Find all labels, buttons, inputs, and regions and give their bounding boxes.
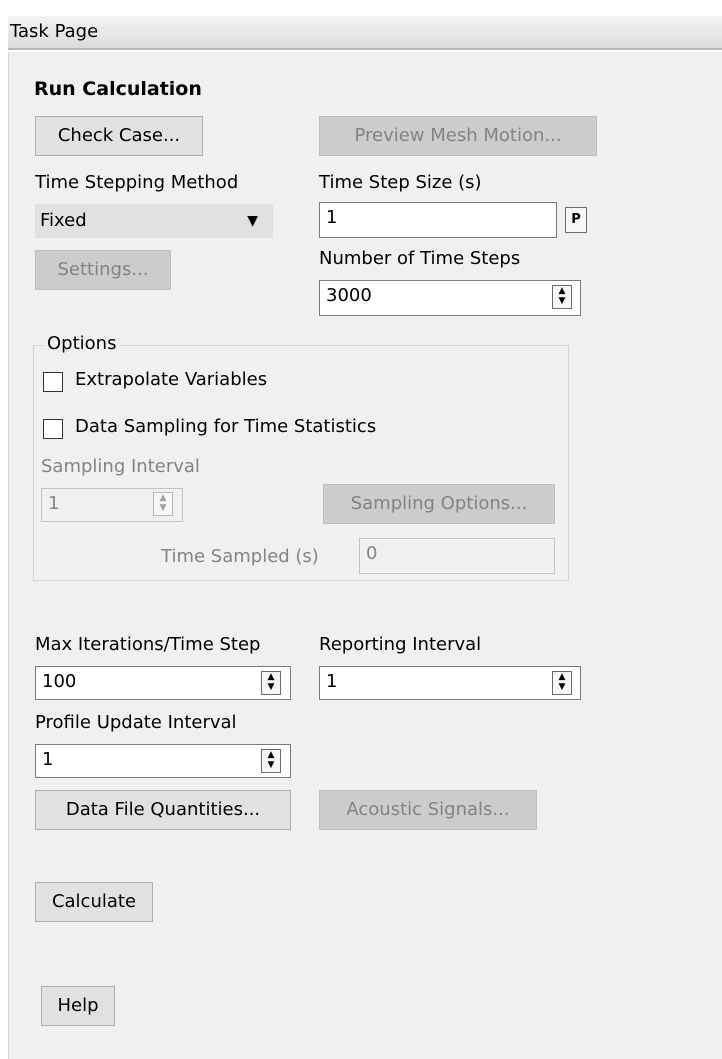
time-stepping-method-label: Time Stepping Method <box>35 172 239 193</box>
spin-down-icon: ▼ <box>558 296 566 306</box>
extrapolate-variables-label: Extrapolate Variables <box>75 369 268 390</box>
max-iterations-spinner[interactable]: ▲ ▼ <box>261 671 281 695</box>
reporting-interval-input[interactable]: 1 <box>319 666 581 700</box>
acoustic-signals-button[interactable]: Acoustic Signals... <box>319 790 537 830</box>
spin-down-icon: ▼ <box>267 682 275 692</box>
spin-up-icon: ▲ <box>558 672 566 682</box>
max-iterations-input[interactable]: 100 <box>35 666 291 700</box>
profile-update-interval-label: Profile Update Interval <box>35 712 237 733</box>
number-of-time-steps-input[interactable]: 3000 <box>319 280 581 316</box>
max-iterations-value: 100 <box>42 671 77 692</box>
sampling-interval-spinner[interactable]: ▲ ▼ <box>153 492 173 516</box>
spin-down-icon: ▼ <box>267 760 275 770</box>
profile-update-interval-value: 1 <box>42 749 54 770</box>
number-of-time-steps-label: Number of Time Steps <box>319 248 521 269</box>
sampling-options-button[interactable]: Sampling Options... <box>323 484 555 524</box>
settings-button[interactable]: Settings... <box>35 250 171 290</box>
sampling-interval-label: Sampling Interval <box>41 456 200 477</box>
time-stepping-method-value: Fixed <box>40 210 87 231</box>
chevron-down-icon: ▼ <box>247 213 258 229</box>
reporting-interval-label: Reporting Interval <box>319 634 482 655</box>
task-page-window: Task Page Run Calculation Check Case... … <box>0 0 722 1059</box>
parameter-button[interactable]: P <box>565 207 587 233</box>
run-calculation-panel: Run Calculation Check Case... Preview Me… <box>8 52 722 1059</box>
profile-update-interval-spinner[interactable]: ▲ ▼ <box>261 749 281 773</box>
spin-down-icon: ▼ <box>558 682 566 692</box>
run-calculation-heading: Run Calculation <box>34 78 202 100</box>
data-sampling-checkbox[interactable] <box>43 419 63 439</box>
time-stepping-method-dropdown[interactable]: Fixed ▼ <box>35 204 273 238</box>
options-legend: Options <box>43 333 121 354</box>
data-sampling-label: Data Sampling for Time Statistics <box>75 416 377 437</box>
time-step-size-input[interactable]: 1 <box>319 202 557 238</box>
max-iterations-label: Max Iterations/Time Step <box>35 634 261 655</box>
data-file-quantities-button[interactable]: Data File Quantities... <box>35 790 291 830</box>
profile-update-interval-input[interactable]: 1 <box>35 744 291 778</box>
task-page-titlebar: Task Page <box>8 16 722 50</box>
extrapolate-variables-checkbox[interactable] <box>43 372 63 392</box>
check-case-button[interactable]: Check Case... <box>35 116 203 156</box>
number-of-time-steps-spinner[interactable]: ▲ ▼ <box>552 285 572 309</box>
calculate-button[interactable]: Calculate <box>35 882 153 922</box>
reporting-interval-spinner[interactable]: ▲ ▼ <box>552 671 572 695</box>
spin-up-icon: ▲ <box>267 750 275 760</box>
time-sampled-input[interactable]: 0 <box>359 538 555 574</box>
spin-up-icon: ▲ <box>159 493 167 503</box>
help-button[interactable]: Help <box>41 986 115 1026</box>
time-step-size-label: Time Step Size (s) <box>319 172 482 193</box>
spin-up-icon: ▲ <box>558 286 566 296</box>
number-of-time-steps-value: 3000 <box>326 285 372 306</box>
sampling-interval-value: 1 <box>48 493 60 514</box>
spin-up-icon: ▲ <box>267 672 275 682</box>
reporting-interval-value: 1 <box>326 671 338 692</box>
task-page-title: Task Page <box>10 21 99 42</box>
spin-down-icon: ▼ <box>159 503 167 513</box>
preview-mesh-motion-button[interactable]: Preview Mesh Motion... <box>319 116 597 156</box>
time-sampled-label: Time Sampled (s) <box>161 546 319 567</box>
